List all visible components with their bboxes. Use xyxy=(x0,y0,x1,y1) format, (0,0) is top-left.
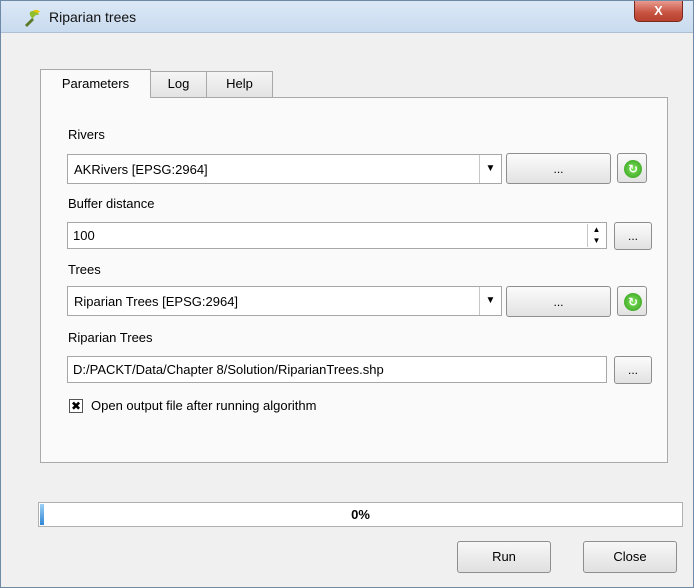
trees-refresh-button[interactable]: ↻ xyxy=(617,286,647,316)
window-title: Riparian trees xyxy=(49,9,137,25)
chevron-down-icon: ▼ xyxy=(479,155,501,183)
trees-label: Trees xyxy=(68,262,101,277)
spin-down-icon[interactable]: ▼ xyxy=(588,235,605,246)
progress-text: 0% xyxy=(351,507,370,522)
buffer-distance-button[interactable]: ... xyxy=(614,222,652,250)
title-bar: Riparian trees X xyxy=(1,1,693,33)
tab-parameters[interactable]: Parameters xyxy=(40,69,151,98)
buffer-distance-label: Buffer distance xyxy=(68,196,155,211)
chevron-down-icon: ▼ xyxy=(479,287,501,315)
rivers-browse-button[interactable]: ... xyxy=(506,153,611,184)
output-browse-button[interactable]: ... xyxy=(614,356,652,384)
rivers-label: Rivers xyxy=(68,127,105,142)
buffer-distance-input[interactable]: 100 ▲ ▼ xyxy=(67,222,607,249)
spin-up-icon[interactable]: ▲ xyxy=(588,224,605,235)
riparian-trees-dialog: Riparian trees X Log Help Parameters Riv… xyxy=(0,0,694,588)
close-button[interactable]: Close xyxy=(583,541,677,573)
open-output-label: Open output file after running algorithm xyxy=(91,398,317,413)
qgis-processing-icon xyxy=(25,9,40,27)
close-window-button[interactable]: X xyxy=(634,1,683,22)
trees-browse-button[interactable]: ... xyxy=(506,286,611,317)
output-path-value: D:/PACKT/Data/Chapter 8/Solution/Riparia… xyxy=(73,362,384,377)
progress-bar: 0% xyxy=(38,502,683,527)
output-path-input[interactable]: D:/PACKT/Data/Chapter 8/Solution/Riparia… xyxy=(67,356,607,383)
tab-help[interactable]: Help xyxy=(206,71,273,97)
buffer-distance-value: 100 xyxy=(73,228,95,243)
trees-select[interactable]: Riparian Trees [EPSG:2964] ▼ xyxy=(67,286,502,316)
tab-log[interactable]: Log xyxy=(150,71,207,97)
buffer-distance-spinner: ▲ ▼ xyxy=(587,224,605,247)
rivers-select-value: AKRivers [EPSG:2964] xyxy=(74,162,208,177)
trees-select-value: Riparian Trees [EPSG:2964] xyxy=(74,294,239,309)
open-output-checkbox[interactable]: ✖ xyxy=(69,399,83,413)
rivers-refresh-button[interactable]: ↻ xyxy=(617,153,647,183)
rivers-select[interactable]: AKRivers [EPSG:2964] ▼ xyxy=(67,154,502,184)
output-label: Riparian Trees xyxy=(68,330,153,345)
refresh-icon: ↻ xyxy=(624,293,642,311)
refresh-icon: ↻ xyxy=(624,160,642,178)
run-button[interactable]: Run xyxy=(457,541,551,573)
